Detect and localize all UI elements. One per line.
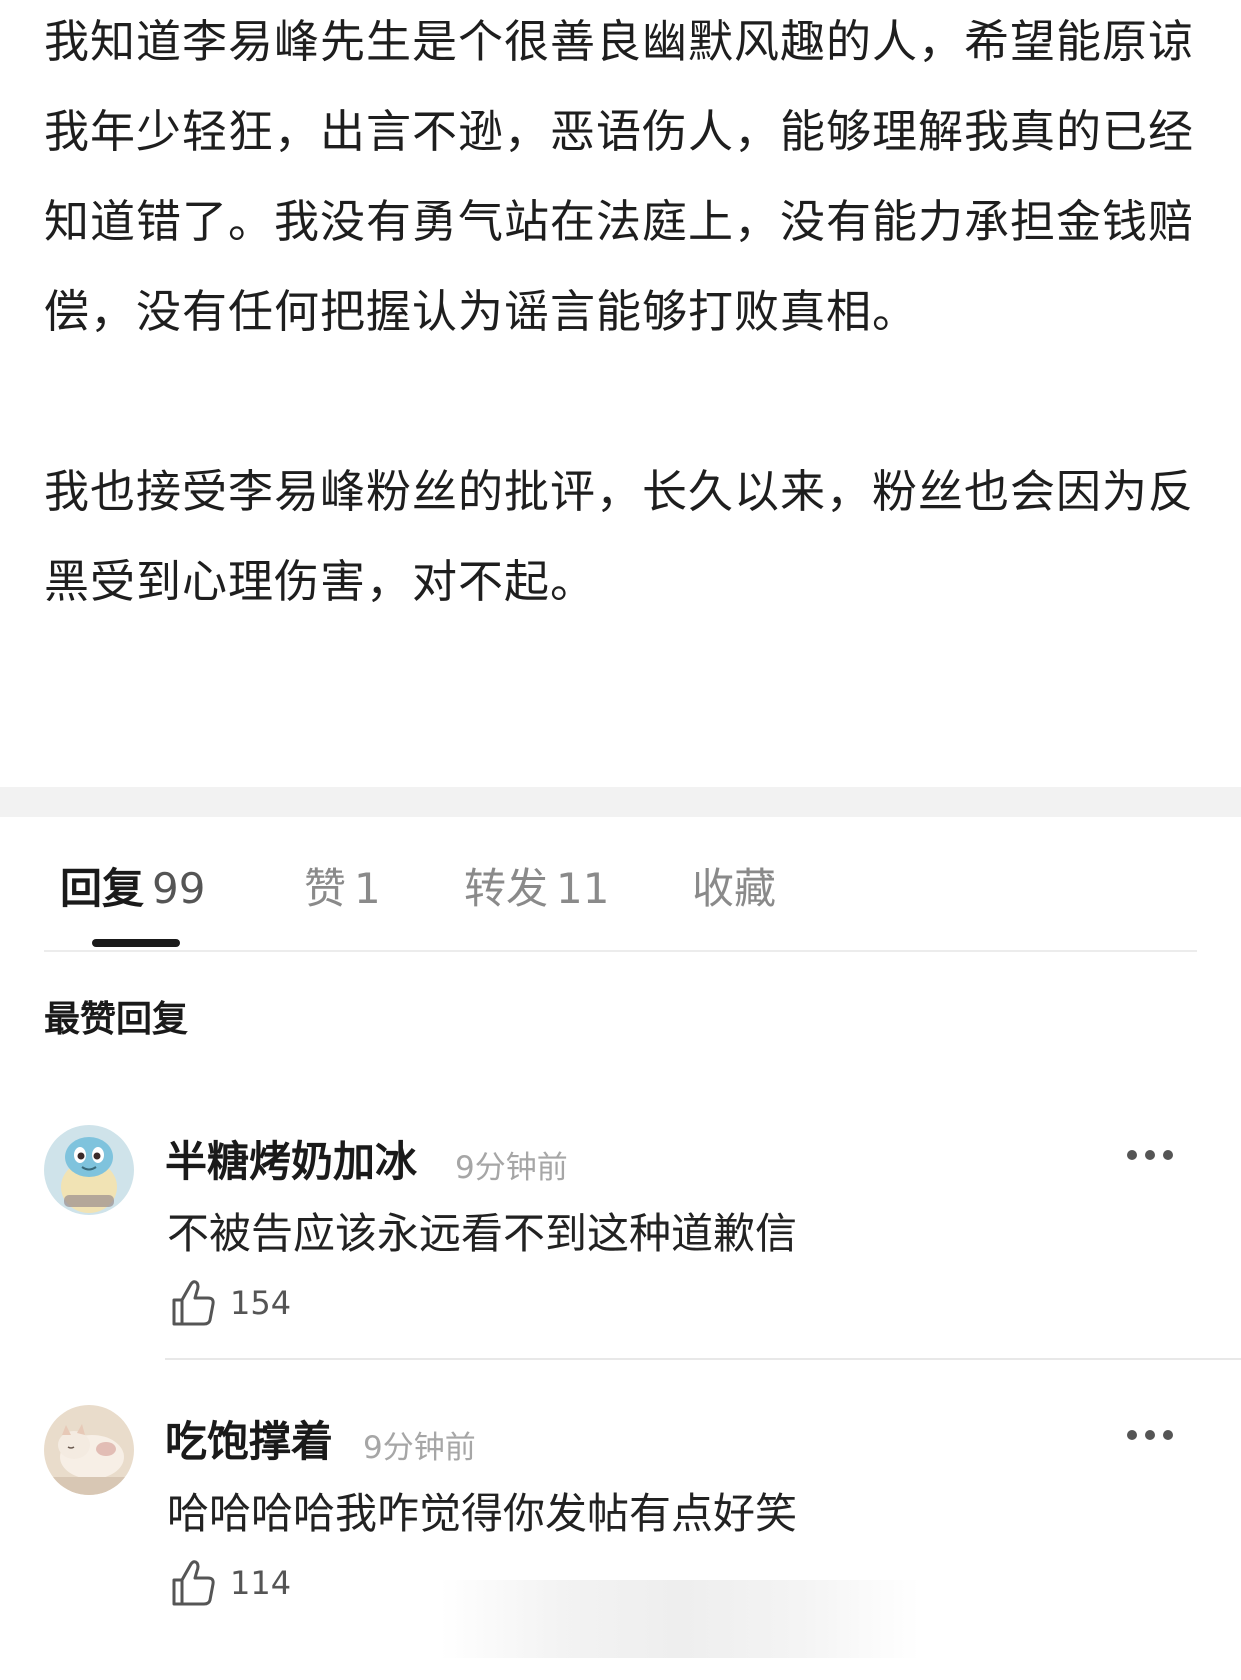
comment-username[interactable]: 半糖烤奶加冰 — [165, 1128, 417, 1189]
avatar[interactable] — [44, 1405, 134, 1495]
comment-text: 哈哈哈哈我咋觉得你发帖有点好笑 — [167, 1489, 798, 1538]
blurred-overlay — [440, 1580, 920, 1658]
tab-likes[interactable]: 赞1 — [304, 855, 381, 916]
like-count: 114 — [230, 1564, 292, 1602]
comment-item: 半糖烤奶加冰 9分钟前 不被告应该永远看不到这种道歉信 154 — [0, 1120, 1241, 1400]
comment-time: 9分钟前 — [363, 1430, 476, 1466]
tab-reposts-label: 转发 — [464, 864, 549, 913]
tab-favorites[interactable]: 收藏 — [692, 855, 776, 916]
comment-text: 不被告应该永远看不到这种道歉信 — [167, 1209, 798, 1258]
more-dots-icon[interactable] — [1125, 1148, 1175, 1162]
squirtle-avatar-icon — [44, 1125, 134, 1215]
tab-likes-label: 赞 — [304, 864, 347, 913]
tab-replies-count: 99 — [152, 864, 206, 913]
avatar[interactable] — [44, 1125, 134, 1215]
post-paragraph: 我也接受李易峰粉丝的批评，长久以来，粉丝也会因为反黑受到心理伤害，对不起。 — [44, 465, 1195, 608]
thumbs-up-icon — [172, 1280, 215, 1326]
thumbs-up-icon — [172, 1560, 215, 1606]
tab-favorites-label: 收藏 — [692, 864, 777, 913]
tab-replies[interactable]: 回复 99 — [60, 855, 205, 916]
comment-time: 9分钟前 — [455, 1150, 568, 1186]
like-count: 154 — [230, 1284, 292, 1322]
tab-reposts-count: 11 — [556, 864, 610, 913]
active-tab-indicator — [92, 939, 180, 947]
post-body: 我知道李易峰先生是个很善良幽默风趣的人，希望能原谅我年少轻狂，出言不逊，恶语伤人… — [44, 0, 1204, 627]
section-separator — [0, 787, 1241, 817]
more-dots-icon[interactable] — [1125, 1428, 1175, 1442]
tab-replies-label: 回复 — [60, 864, 145, 913]
post-paragraph: 我知道李易峰先生是个很善良幽默风趣的人，希望能原谅我年少轻狂，出言不逊，恶语伤人… — [44, 15, 1195, 338]
top-replies-heading: 最赞回复 — [44, 999, 189, 1040]
comment-username[interactable]: 吃饱撑着 — [165, 1408, 333, 1469]
tab-bar: 回复 99 赞1 转发 11 收藏 — [44, 817, 1197, 952]
tab-likes-count: 1 — [354, 864, 381, 913]
tab-reposts[interactable]: 转发 11 — [464, 855, 609, 916]
cat-avatar-icon — [44, 1405, 134, 1495]
comment-divider — [165, 1358, 1241, 1360]
